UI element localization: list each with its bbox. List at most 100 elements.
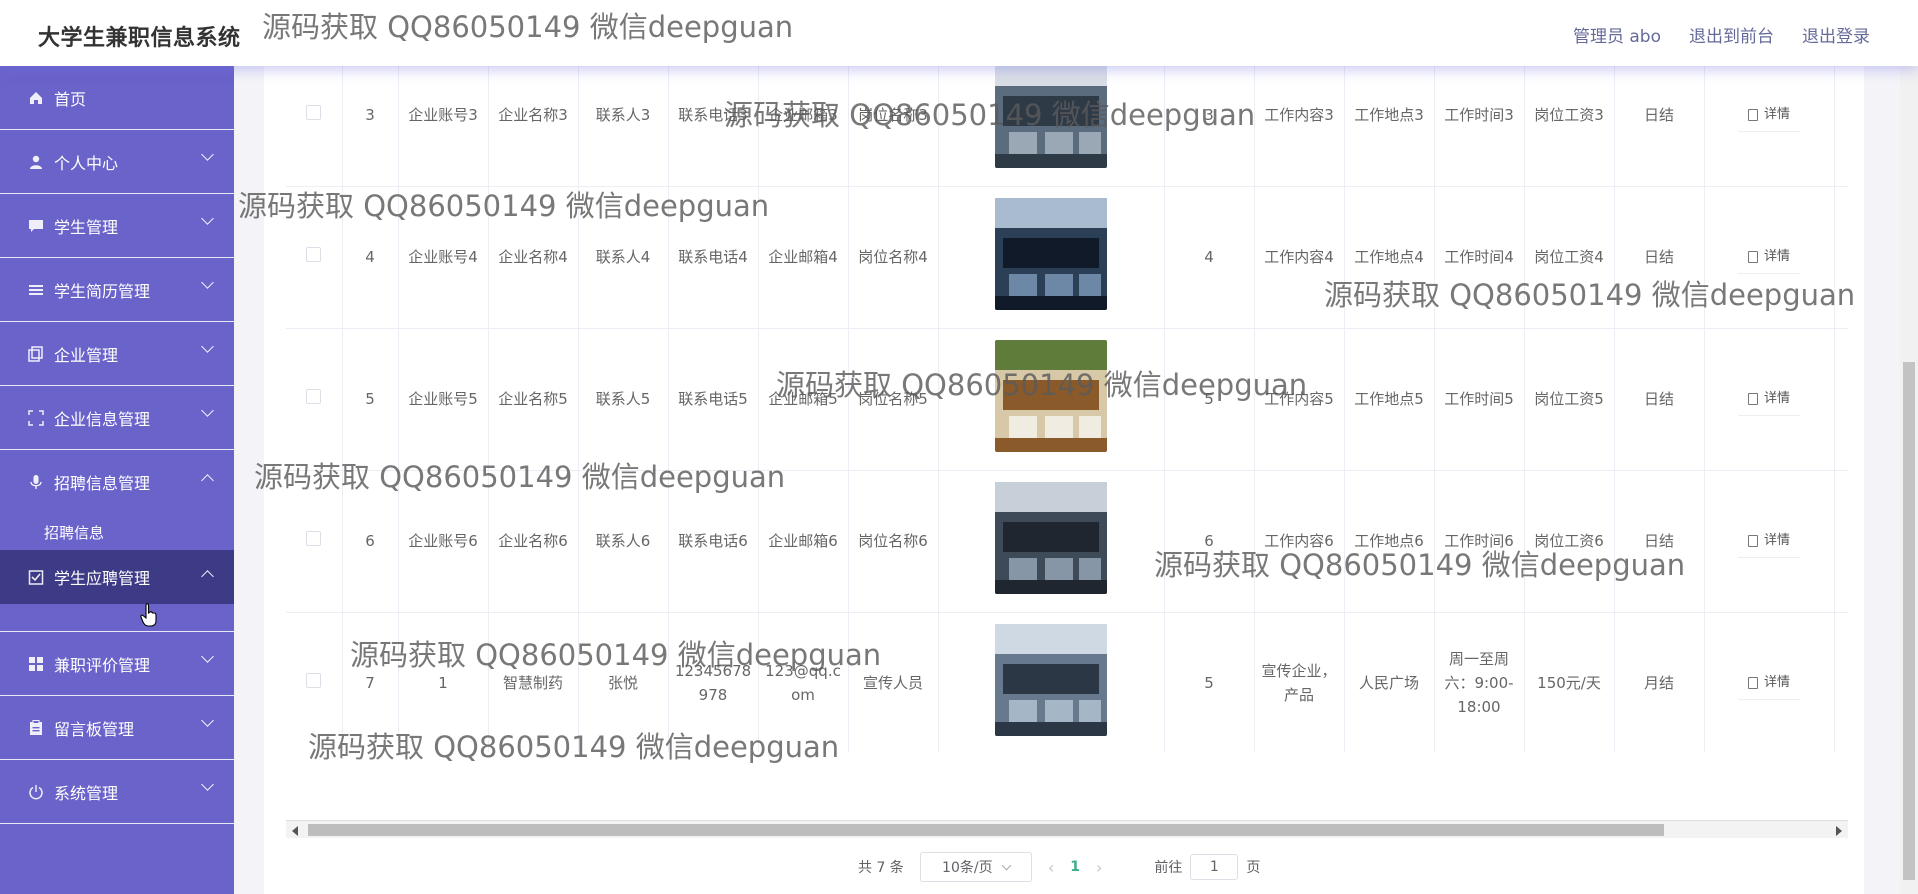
sidebar-item-system-management[interactable]: 系统管理: [0, 760, 234, 824]
cell-phone: 12345678978: [668, 612, 759, 752]
sidebar-item-message-board-management[interactable]: 留言板管理: [0, 696, 234, 760]
sidebar-submenu-partial: [0, 604, 234, 632]
goto-prefix: 前往: [1154, 860, 1183, 876]
page-number-current[interactable]: 1: [1070, 859, 1080, 875]
office-photo[interactable]: [995, 623, 1107, 736]
cell-email: 企业邮箱5: [758, 328, 849, 471]
cell-work-content: 工作内容4: [1254, 186, 1345, 329]
vertical-scrollbar-thumb[interactable]: [1903, 362, 1915, 880]
chevron-down-icon: [201, 148, 214, 161]
sidebar-item-application-management[interactable]: 学生应聘管理: [0, 550, 234, 604]
table-row: 4 企业账号4 企业名称4 联系人4 联系电话4 企业邮箱4 岗位名称4 4 工作内容4 工作地点…: [286, 186, 1848, 329]
scroll-left-icon[interactable]: [292, 826, 298, 836]
cell-contact: 联系人4: [578, 186, 669, 329]
clipboard-icon: [30, 719, 42, 735]
office-photo[interactable]: [995, 339, 1107, 452]
cell-work-time: 工作时间5: [1434, 328, 1525, 471]
detail-label: 详情: [1763, 106, 1790, 122]
horizontal-scrollbar[interactable]: [286, 820, 1848, 838]
detail-button[interactable]: 详情: [1737, 241, 1800, 274]
back-to-front-link[interactable]: 退出到前台: [1689, 22, 1774, 47]
cell-index: 7: [342, 612, 399, 752]
sidebar-item-label: 首页: [54, 89, 87, 109]
chevron-down-icon: [201, 778, 214, 791]
detail-button[interactable]: 详情: [1737, 525, 1800, 558]
grid-icon: [29, 656, 43, 671]
row-checkbox-cell: [286, 612, 343, 752]
cell-contact: 张悦: [578, 612, 669, 752]
admin-user-link[interactable]: 管理员 abo: [1573, 22, 1661, 47]
cell-settle: 日结: [1614, 470, 1705, 613]
cell-phone: 联系电话4: [668, 186, 759, 329]
power-icon: [29, 784, 43, 799]
sidebar-item-personal-center[interactable]: 个人中心: [0, 130, 234, 194]
table-row: 6 企业账号6 企业名称6 联系人6 联系电话6 企业邮箱6 岗位名称6 6 工作内容6 工作地点…: [286, 470, 1848, 613]
sidebar-item-label: 兼职评价管理: [54, 655, 151, 675]
scroll-right-icon[interactable]: [1836, 826, 1842, 836]
row-checkbox-cell: [286, 328, 343, 471]
row-checkbox-cell: [286, 186, 343, 329]
office-photo[interactable]: [995, 197, 1107, 310]
detail-button[interactable]: 详情: [1737, 99, 1800, 132]
chevron-down-icon: [201, 650, 214, 663]
row-checkbox[interactable]: [306, 247, 322, 262]
checklist-icon: [28, 570, 44, 585]
cell-settle: 日结: [1614, 328, 1705, 471]
scrollbar-thumb[interactable]: [308, 824, 1664, 836]
sidebar: 首页 个人中心 学生管理 学生简历管理 企业管理 企业信息管理 招聘信息管理 招…: [0, 66, 234, 894]
sidebar-subitem-recruit-info[interactable]: 招聘信息: [0, 514, 234, 550]
page-size-select[interactable]: 10条/页: [919, 852, 1032, 882]
copy-icon: [28, 345, 43, 362]
hand-cursor-icon: [140, 603, 157, 627]
sidebar-item-evaluation-management[interactable]: 兼职评价管理: [0, 632, 234, 696]
cell-post-name: 岗位名称6: [848, 470, 939, 613]
row-checkbox[interactable]: [306, 389, 322, 404]
detail-label: 详情: [1763, 248, 1790, 264]
cell-company-name: 企业名称4: [488, 186, 579, 329]
header-links: 管理员 abo 退出到前台 退出登录: [1573, 22, 1870, 47]
sidebar-item-company-info-management[interactable]: 企业信息管理: [0, 386, 234, 450]
row-checkbox-cell: [286, 470, 343, 613]
detail-button[interactable]: 详情: [1737, 667, 1800, 700]
document-icon: [1747, 108, 1758, 121]
detail-button[interactable]: 详情: [1737, 383, 1800, 416]
row-checkbox[interactable]: [306, 105, 322, 120]
cell-work-time: 周一至周六：9:00-18:00: [1434, 612, 1525, 752]
row-checkbox[interactable]: [306, 531, 322, 546]
cell-work-place: 工作地点5: [1344, 328, 1435, 471]
cell-more: [1834, 328, 1848, 471]
sidebar-item-company-management[interactable]: 企业管理: [0, 322, 234, 386]
cell-wage: 150元/天: [1524, 612, 1615, 752]
cell-wage: 岗位工资4: [1524, 186, 1615, 329]
office-photo[interactable]: [995, 55, 1107, 168]
sidebar-item-home[interactable]: 首页: [0, 66, 234, 130]
top-header: 大学生兼职信息系统 管理员 abo 退出到前台 退出登录: [0, 0, 1918, 66]
cell-wage: 岗位工资6: [1524, 470, 1615, 613]
cell-work-content: 工作内容5: [1254, 328, 1345, 471]
home-icon: [30, 91, 42, 104]
cell-contact: 联系人5: [578, 328, 669, 471]
detail-label: 详情: [1763, 532, 1790, 548]
chevron-down-icon: [1001, 860, 1012, 870]
page-size-value: 10条/页: [942, 860, 993, 876]
chevron-down-icon: [201, 714, 214, 727]
cell-post-name: 宣传人员: [848, 612, 939, 752]
vertical-scrollbar[interactable]: [1900, 66, 1918, 894]
office-photo[interactable]: [995, 481, 1107, 594]
cell-settle: 月结: [1614, 612, 1705, 752]
document-icon: [1747, 676, 1758, 689]
sidebar-item-recruit-management[interactable]: 招聘信息管理: [0, 450, 234, 514]
chevron-down-icon: [201, 404, 214, 417]
next-page-button[interactable]: ›: [1096, 858, 1102, 877]
goto-suffix: 页: [1246, 860, 1261, 876]
goto-page-input[interactable]: 1: [1190, 854, 1239, 880]
sidebar-item-resume-management[interactable]: 学生简历管理: [0, 258, 234, 322]
sidebar-item-student-management[interactable]: 学生管理: [0, 194, 234, 258]
logout-link[interactable]: 退出登录: [1802, 22, 1870, 47]
row-checkbox[interactable]: [306, 673, 322, 688]
cell-email: 123@qq.com: [758, 612, 849, 752]
prev-page-button[interactable]: ‹: [1048, 858, 1054, 877]
cell-photo: [938, 612, 1165, 752]
cell-count: 5: [1164, 328, 1255, 471]
user-icon: [30, 155, 42, 169]
